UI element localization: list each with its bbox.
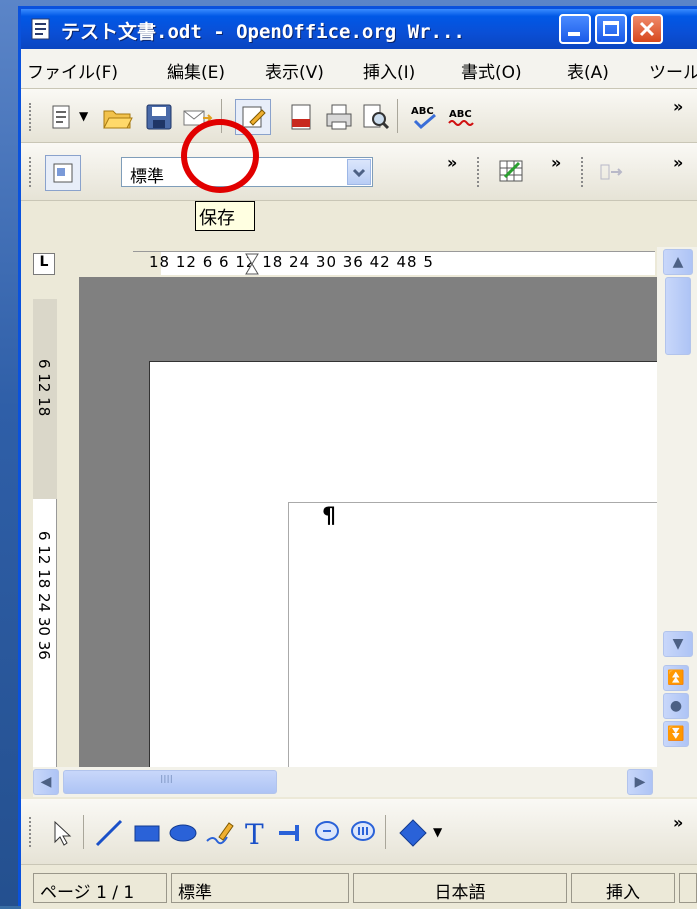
toolbar-overflow-icon[interactable]: » <box>551 153 561 172</box>
save-tooltip: 保存 <box>195 201 255 231</box>
toolbar-grip[interactable] <box>29 157 33 187</box>
status-bar: ページ 1 / 1 標準 日本語 挿入 <box>21 867 697 909</box>
basic-shapes-icon[interactable] <box>397 817 429 849</box>
status-selection-mode[interactable] <box>679 873 697 903</box>
horizontal-ruler[interactable]: 18 12 6 6 12 18 24 30 36 42 48 5 <box>133 251 655 276</box>
thought-bubble-icon[interactable] <box>347 817 379 849</box>
close-icon <box>639 21 655 37</box>
ruler-numbers: 18 12 6 6 12 18 24 30 36 42 48 5 <box>149 253 434 271</box>
status-insert-mode[interactable]: 挿入 <box>571 873 675 903</box>
styles-and-formatting-icon[interactable] <box>45 155 81 191</box>
document-canvas[interactable]: ¶ <box>79 277 658 768</box>
menu-edit[interactable]: 編集(E) <box>167 58 225 83</box>
save-button-highlight-circle <box>181 119 259 193</box>
horizontal-scrollbar[interactable]: ◀ IIII ▶ <box>33 767 697 797</box>
svg-text:ABC: ABC <box>449 109 472 120</box>
insert-field-icon[interactable] <box>597 157 629 189</box>
status-page-number[interactable]: ページ 1 / 1 <box>33 873 167 903</box>
paragraph-mark: ¶ <box>322 504 336 529</box>
toolbar-separator <box>385 815 386 849</box>
toolbar-grip[interactable] <box>29 103 33 131</box>
menu-table[interactable]: 表(A) <box>567 58 609 83</box>
toolbar-overflow-icon[interactable]: » <box>673 813 683 832</box>
text-boundary <box>288 502 658 768</box>
toolbar-overflow-icon[interactable]: » <box>447 153 457 172</box>
autospellcheck-icon[interactable]: ABC <box>447 101 479 133</box>
save-icon[interactable] <box>143 101 175 133</box>
next-page-button[interactable]: ⏬ <box>663 721 689 747</box>
app-icon <box>29 17 53 41</box>
tab-stop-selector[interactable]: L <box>33 253 55 275</box>
vertical-scrollbar[interactable]: ▲ ▼ ⏫ ● ⏬ <box>657 247 697 767</box>
app-window: テスト文書.odt - OpenOffice.org Wr... ファイル(F)… <box>18 6 697 909</box>
window-title: テスト文書.odt - OpenOffice.org Wr... <box>61 21 465 43</box>
spellcheck-icon[interactable]: ABC <box>409 101 441 133</box>
menu-file[interactable]: ファイル(F) <box>27 58 118 83</box>
close-button[interactable] <box>631 14 663 44</box>
horizontal-scroll-thumb[interactable]: IIII <box>63 770 277 794</box>
navigator-button[interactable]: ● <box>663 693 689 719</box>
scroll-down-button[interactable]: ▼ <box>663 631 693 657</box>
callout-icon[interactable] <box>275 817 307 849</box>
ruler-numbers-lower: 6 12 18 24 30 36 <box>35 531 53 660</box>
toolbar-overflow-icon[interactable]: » <box>673 153 683 172</box>
scroll-grip: IIII <box>160 773 173 786</box>
toolbar-overflow-icon[interactable]: » <box>673 97 683 116</box>
drawing-toolbar: T ▼ » <box>21 799 697 865</box>
open-folder-icon[interactable] <box>101 101 133 133</box>
new-document-icon[interactable] <box>45 101 77 133</box>
scroll-right-button[interactable]: ▶ <box>627 769 653 795</box>
previous-page-button[interactable]: ⏫ <box>663 665 689 691</box>
table-icon[interactable] <box>495 155 527 187</box>
menu-view[interactable]: 表示(V) <box>265 58 324 83</box>
title-bar[interactable]: テスト文書.odt - OpenOffice.org Wr... <box>21 9 697 49</box>
toolbar-separator <box>83 815 84 849</box>
menu-format[interactable]: 書式(O) <box>461 58 522 83</box>
minimize-button[interactable] <box>559 14 591 44</box>
maximize-icon <box>603 21 619 36</box>
chevron-down-icon[interactable] <box>347 159 371 185</box>
menu-insert[interactable]: 挿入(I) <box>363 58 415 83</box>
svg-text:ABC: ABC <box>411 106 434 117</box>
menu-bar: ファイル(F) 編集(E) 表示(V) 挿入(I) 書式(O) 表(A) ツール <box>21 49 697 89</box>
toolbar-grip[interactable] <box>581 157 585 187</box>
toolbar-grip[interactable] <box>29 817 33 847</box>
svg-text:T: T <box>245 818 264 849</box>
export-pdf-icon[interactable] <box>285 101 317 133</box>
status-language[interactable]: 日本語 <box>353 873 567 903</box>
ellipse-icon[interactable] <box>167 817 199 849</box>
vertical-ruler[interactable]: 6 12 18 6 12 18 24 30 36 <box>33 299 57 769</box>
dropdown-arrow-icon[interactable]: ▼ <box>433 825 442 839</box>
page-preview-icon[interactable] <box>359 101 391 133</box>
select-arrow-icon[interactable] <box>45 817 77 849</box>
formatting-toolbar: 標準 » » » <box>21 143 697 201</box>
ruler-numbers-upper: 6 12 18 <box>35 359 53 417</box>
standard-toolbar: ▼ ABC ABC » <box>21 89 697 143</box>
document-page[interactable]: ¶ <box>149 361 658 768</box>
dropdown-arrow-icon[interactable]: ▼ <box>79 109 88 123</box>
indent-marker-icon[interactable] <box>245 253 259 275</box>
freeform-icon[interactable] <box>203 817 235 849</box>
status-page-style[interactable]: 標準 <box>171 873 349 903</box>
toolbar-grip[interactable] <box>477 157 481 187</box>
paragraph-style-value: 標準 <box>130 167 164 187</box>
print-icon[interactable] <box>323 101 355 133</box>
minimize-icon <box>568 32 580 36</box>
scroll-left-button[interactable]: ◀ <box>33 769 59 795</box>
scroll-up-button[interactable]: ▲ <box>663 249 693 275</box>
menu-tools[interactable]: ツール <box>649 58 697 83</box>
speech-bubble-icon[interactable] <box>311 817 343 849</box>
ruler-row: L 18 12 6 6 12 18 24 30 36 42 48 5 <box>21 247 697 277</box>
text-tool-icon[interactable]: T <box>239 817 271 851</box>
toolbar-separator <box>397 99 398 133</box>
vertical-scroll-thumb[interactable] <box>665 277 691 355</box>
maximize-button[interactable] <box>595 14 627 44</box>
line-icon[interactable] <box>93 817 125 849</box>
rectangle-icon[interactable] <box>131 817 163 849</box>
